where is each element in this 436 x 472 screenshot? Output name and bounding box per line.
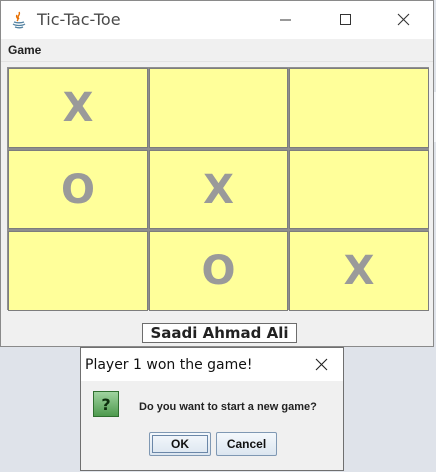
- minimize-button[interactable]: [263, 1, 307, 39]
- player-name-label: Saadi Ahmad Ali: [142, 323, 297, 343]
- board-cell-3[interactable]: [289, 68, 429, 148]
- title-bar[interactable]: Tic-Tac-Toe: [1, 1, 433, 39]
- minimize-icon: [280, 19, 291, 21]
- board-cell-7[interactable]: [8, 231, 148, 311]
- board-cell-8[interactable]: O: [149, 231, 288, 311]
- game-board: X O X O X: [7, 67, 429, 311]
- board-cell-5[interactable]: X: [149, 150, 288, 229]
- java-app-icon: [12, 11, 26, 29]
- dialog-message: Do you want to start a new game?: [139, 401, 317, 413]
- close-button[interactable]: [381, 1, 425, 39]
- dialog-title-bar[interactable]: Player 1 won the game!: [81, 348, 343, 381]
- board-cell-4[interactable]: O: [8, 150, 148, 229]
- menu-game[interactable]: Game: [8, 43, 41, 57]
- maximize-icon: [340, 14, 351, 25]
- maximize-button[interactable]: [323, 1, 367, 39]
- board-cell-1[interactable]: X: [8, 68, 148, 148]
- board-cell-2[interactable]: [149, 68, 288, 148]
- ok-button[interactable]: OK: [149, 432, 211, 456]
- board-cell-6[interactable]: [289, 150, 429, 229]
- cancel-button[interactable]: Cancel: [216, 432, 277, 456]
- dialog-close-button[interactable]: [299, 348, 343, 381]
- game-over-dialog: Player 1 won the game! ? Do you want to …: [80, 347, 344, 471]
- menu-bar: Game: [1, 40, 433, 62]
- question-icon: ?: [93, 391, 119, 417]
- dialog-title: Player 1 won the game!: [85, 357, 253, 373]
- window-title: Tic-Tac-Toe: [37, 10, 121, 29]
- board-cell-9[interactable]: X: [289, 231, 429, 311]
- close-icon: [397, 13, 410, 26]
- main-window: Tic-Tac-Toe Game X O X O X Saadi Ahmad A…: [0, 0, 434, 347]
- close-icon: [315, 358, 328, 371]
